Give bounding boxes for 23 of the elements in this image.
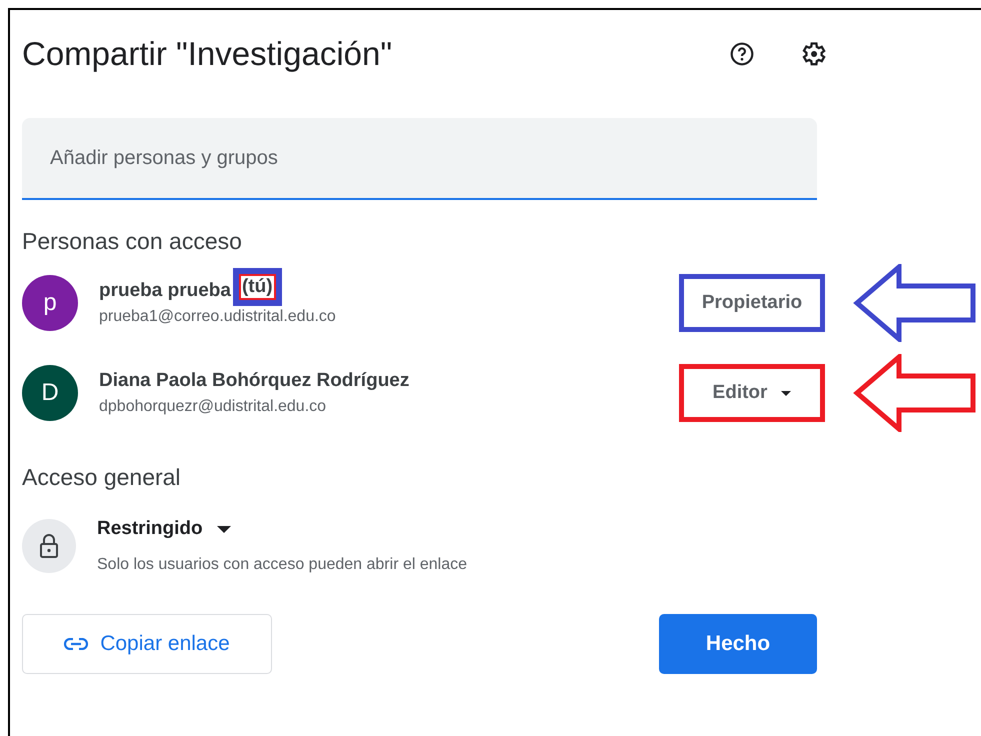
person-email: prueba1@correo.udistrital.edu.co [99,308,337,326]
you-label: (tú) [238,274,276,300]
done-button[interactable]: Hecho [659,614,817,674]
search-field[interactable]: Añadir personas y grupos [22,118,817,200]
button-label: Copiar enlace [100,632,230,656]
role-dropdown[interactable]: Editor [712,382,792,404]
section-heading: Acceso general [22,464,182,492]
link-icon [64,638,88,650]
lock-icon [22,519,76,573]
person-name: Diana Paola Bohórquez Rodríguez [99,370,410,392]
role-label: Propietario [702,292,802,314]
person-name: prueba prueba [99,280,231,302]
avatar: p [22,275,78,331]
caret-icon [781,390,792,396]
help-icon[interactable] [729,41,755,67]
access-dropdown[interactable]: Restringido [97,518,231,540]
section-heading: Personas con acceso [22,228,243,256]
dialog-title: Compartir "Investigación" [22,35,394,73]
caret-icon [216,526,231,532]
access-description: Solo los usuarios con acceso pueden abrir el enlace [97,556,468,574]
avatar: D [22,365,78,421]
copy-link-button[interactable]: Copiar enlace [22,614,272,674]
person-email: dpbohorquezr@udistrital.edu.co [99,398,328,416]
